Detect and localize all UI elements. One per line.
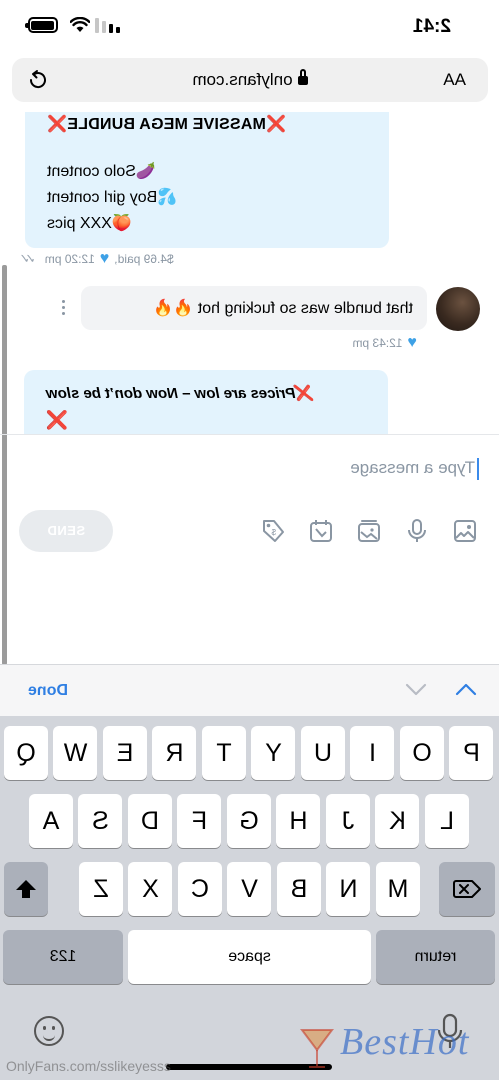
schedule-icon[interactable] xyxy=(305,515,337,547)
reload-icon[interactable] xyxy=(26,68,50,92)
message-extra: ❌ xyxy=(46,410,69,430)
message-input[interactable]: Type a message xyxy=(0,450,499,486)
key-r[interactable]: R xyxy=(152,726,197,780)
double-check-icon: ✓✓ xyxy=(24,251,36,266)
key-u[interactable]: U xyxy=(301,726,345,780)
shift-key[interactable] xyxy=(4,862,48,916)
message-meta: ♥ 12:43 pm xyxy=(352,334,417,352)
key-b[interactable]: B xyxy=(277,862,321,916)
message-line: 💦Boy girl content xyxy=(47,189,178,206)
key-i[interactable]: I xyxy=(350,726,395,780)
mirrored-screen: 2:41 AA onlyfans.com ❌MASSIVE MEGA BUNDL… xyxy=(0,0,499,1080)
cellular-signal-icon xyxy=(95,17,120,33)
key-g[interactable]: G xyxy=(227,794,271,848)
numbers-key[interactable]: 123 xyxy=(3,930,123,984)
key-v[interactable]: V xyxy=(227,862,272,916)
avatar[interactable] xyxy=(436,287,480,331)
url-text: onlyfans.com xyxy=(192,70,293,89)
heart-icon[interactable]: ♥ xyxy=(100,250,110,268)
message-line: 🍑XXX pics xyxy=(47,215,132,232)
key-q[interactable]: Q xyxy=(4,726,48,780)
key-y[interactable]: Y xyxy=(251,726,296,780)
message-text: that bundle was so fucking hot 🔥🔥 xyxy=(153,300,413,317)
done-button[interactable]: Done xyxy=(28,682,68,700)
key-w[interactable]: W xyxy=(53,726,98,780)
key-k[interactable]: K xyxy=(375,794,420,848)
keyboard-accessory-bar: Done xyxy=(0,664,499,716)
message-line: 🍆Solo content xyxy=(47,163,156,180)
key-l[interactable]: L xyxy=(425,794,469,848)
outgoing-message[interactable]: that bundle was so fucking hot 🔥🔥 xyxy=(81,286,427,330)
send-button[interactable]: SEND xyxy=(19,510,113,552)
key-d[interactable]: D xyxy=(128,794,172,848)
more-options-icon[interactable] xyxy=(61,300,65,318)
key-a[interactable]: A xyxy=(29,794,73,848)
message-time: 12:20 pm xyxy=(44,252,95,266)
address-bar[interactable]: AA onlyfans.com xyxy=(12,58,488,102)
key-z[interactable]: Z xyxy=(79,862,123,916)
microphone-icon[interactable] xyxy=(401,515,433,547)
divider xyxy=(0,434,499,435)
key-n[interactable]: N xyxy=(326,862,371,916)
key-x[interactable]: X xyxy=(128,862,173,916)
image-icon[interactable] xyxy=(449,515,481,547)
cocktail-logo-icon xyxy=(300,1029,334,1068)
incoming-message-bundle[interactable]: ❌MASSIVE MEGA BUNDLE❌ 🍆Solo content 💦Boy… xyxy=(25,112,389,248)
key-t[interactable]: T xyxy=(202,726,246,780)
price-tag-icon[interactable]: $ xyxy=(257,515,289,547)
key-j[interactable]: J xyxy=(326,794,370,848)
space-key[interactable]: space xyxy=(128,930,371,984)
brand-watermark: BestHot xyxy=(340,1021,470,1063)
heart-icon[interactable]: ♥ xyxy=(408,334,418,352)
status-time: 2:41 xyxy=(412,16,451,37)
chevron-up-icon[interactable] xyxy=(455,682,477,696)
key-h[interactable]: H xyxy=(276,794,321,848)
chevron-down-icon[interactable] xyxy=(405,682,427,696)
status-bar: 2:41 xyxy=(0,0,499,50)
lock-icon xyxy=(298,74,308,86)
text-caret xyxy=(477,458,479,480)
battery-icon xyxy=(28,17,58,33)
key-e[interactable]: E xyxy=(103,726,147,780)
incoming-message-promo[interactable]: ❌Prices are low – Now don’t be slow ❌ xyxy=(24,370,388,434)
chat-thread[interactable]: ❌MASSIVE MEGA BUNDLE❌ 🍆Solo content 💦Boy… xyxy=(0,112,499,434)
url-display[interactable]: onlyfans.com xyxy=(12,70,488,90)
emoji-icon[interactable] xyxy=(34,1016,64,1046)
key-s[interactable]: S xyxy=(78,794,123,848)
price-paid: $4.69 paid, xyxy=(114,252,174,266)
key-m[interactable]: M xyxy=(376,862,420,916)
message-placeholder: Type a message xyxy=(350,458,475,477)
key-c[interactable]: C xyxy=(178,862,222,916)
message-time: 12:43 pm xyxy=(352,336,403,350)
return-key[interactable]: return xyxy=(376,930,495,984)
key-f[interactable]: F xyxy=(177,794,222,848)
wifi-icon xyxy=(70,17,90,32)
delete-key[interactable] xyxy=(439,862,495,916)
message-line: ❌MASSIVE MEGA BUNDLE❌ xyxy=(47,116,287,133)
message-text: ❌Prices are low – Now don’t be slow xyxy=(46,385,315,402)
key-o[interactable]: O xyxy=(400,726,444,780)
message-meta: $4.69 paid, ♥ 12:20 pm ✓✓ xyxy=(24,250,174,268)
svg-text:$: $ xyxy=(271,528,276,537)
source-watermark: OnlyFans.com/sslikeyesss xyxy=(6,1058,171,1074)
key-p[interactable]: P xyxy=(449,726,494,780)
vault-icon[interactable] xyxy=(353,515,385,547)
